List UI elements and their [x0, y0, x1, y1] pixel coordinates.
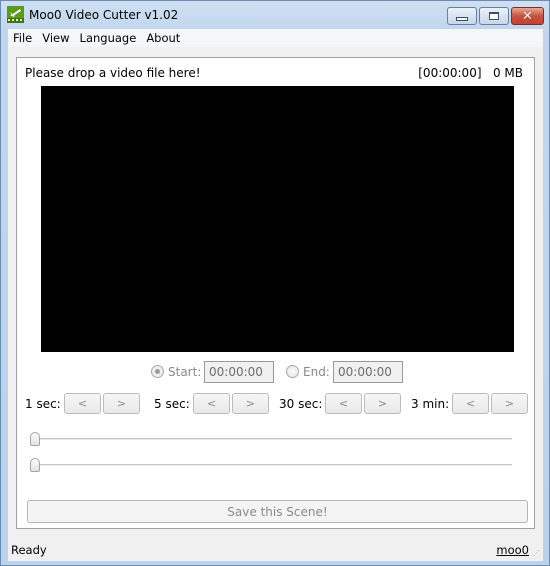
step-3min-label: 3 min: [411, 397, 450, 411]
step-30sec-label: 30 sec: [279, 397, 323, 411]
step-5sec-back-button[interactable]: < [193, 393, 230, 414]
resize-grip-icon[interactable]: ⋰ [533, 550, 541, 559]
moo0-link[interactable]: moo0 [496, 543, 529, 557]
slider-thumb[interactable] [30, 458, 40, 472]
end-time-field[interactable] [333, 361, 403, 383]
slider-thumb[interactable] [30, 432, 40, 446]
title-bar[interactable]: Moo0 Video Cutter v1.02 ✕ [1, 1, 549, 29]
menu-file[interactable]: File [8, 31, 37, 45]
start-radio[interactable] [151, 365, 164, 378]
end-radio[interactable] [286, 365, 299, 378]
app-window: Moo0 Video Cutter v1.02 ✕ File View Lang… [0, 0, 550, 566]
save-scene-button[interactable]: Save this Scene! [27, 500, 528, 523]
menu-language[interactable]: Language [75, 31, 142, 45]
step-30sec-back-button[interactable]: < [325, 393, 362, 414]
start-label: Start: [168, 365, 202, 379]
maximize-icon [489, 12, 499, 20]
maximize-button[interactable] [479, 7, 509, 25]
client-area: Please drop a video file here! [00:00:00… [8, 47, 543, 561]
window-title: Moo0 Video Cutter v1.02 [29, 8, 179, 22]
close-button[interactable]: ✕ [511, 7, 544, 25]
slider-track [30, 438, 512, 440]
duration-size-info: [00:00:00] 0 MB [418, 66, 523, 80]
close-icon: ✕ [522, 8, 533, 24]
film-cut-icon [7, 6, 24, 23]
step-3min-back-button[interactable]: < [452, 393, 489, 414]
step-1sec-forward-button[interactable]: > [103, 393, 140, 414]
status-text: Ready [11, 543, 47, 557]
menu-about[interactable]: About [141, 31, 185, 45]
minimize-icon [456, 17, 468, 21]
step-row: 1 sec: < > 5 sec: < > 30 sec: < > 3 min:… [17, 393, 536, 415]
video-preview[interactable] [41, 86, 514, 352]
status-bar: Ready moo0 ⋰ [8, 539, 543, 561]
menu-bar: File View Language About [8, 29, 543, 47]
step-30sec-forward-button[interactable]: > [364, 393, 401, 414]
step-3min-forward-button[interactable]: > [491, 393, 528, 414]
range-row: Start: End: [17, 360, 536, 383]
start-time-field[interactable] [204, 361, 274, 383]
menu-view[interactable]: View [37, 31, 74, 45]
end-position-slider[interactable] [30, 458, 512, 472]
slider-track [30, 464, 512, 466]
minimize-button[interactable] [447, 7, 477, 25]
main-panel: Please drop a video file here! [00:00:00… [16, 57, 535, 529]
end-label: End: [303, 365, 330, 379]
start-position-slider[interactable] [30, 432, 512, 446]
step-1sec-label: 1 sec: [25, 397, 61, 411]
step-5sec-forward-button[interactable]: > [232, 393, 269, 414]
step-1sec-back-button[interactable]: < [64, 393, 101, 414]
drop-prompt: Please drop a video file here! [25, 66, 201, 80]
step-5sec-label: 5 sec: [154, 397, 190, 411]
